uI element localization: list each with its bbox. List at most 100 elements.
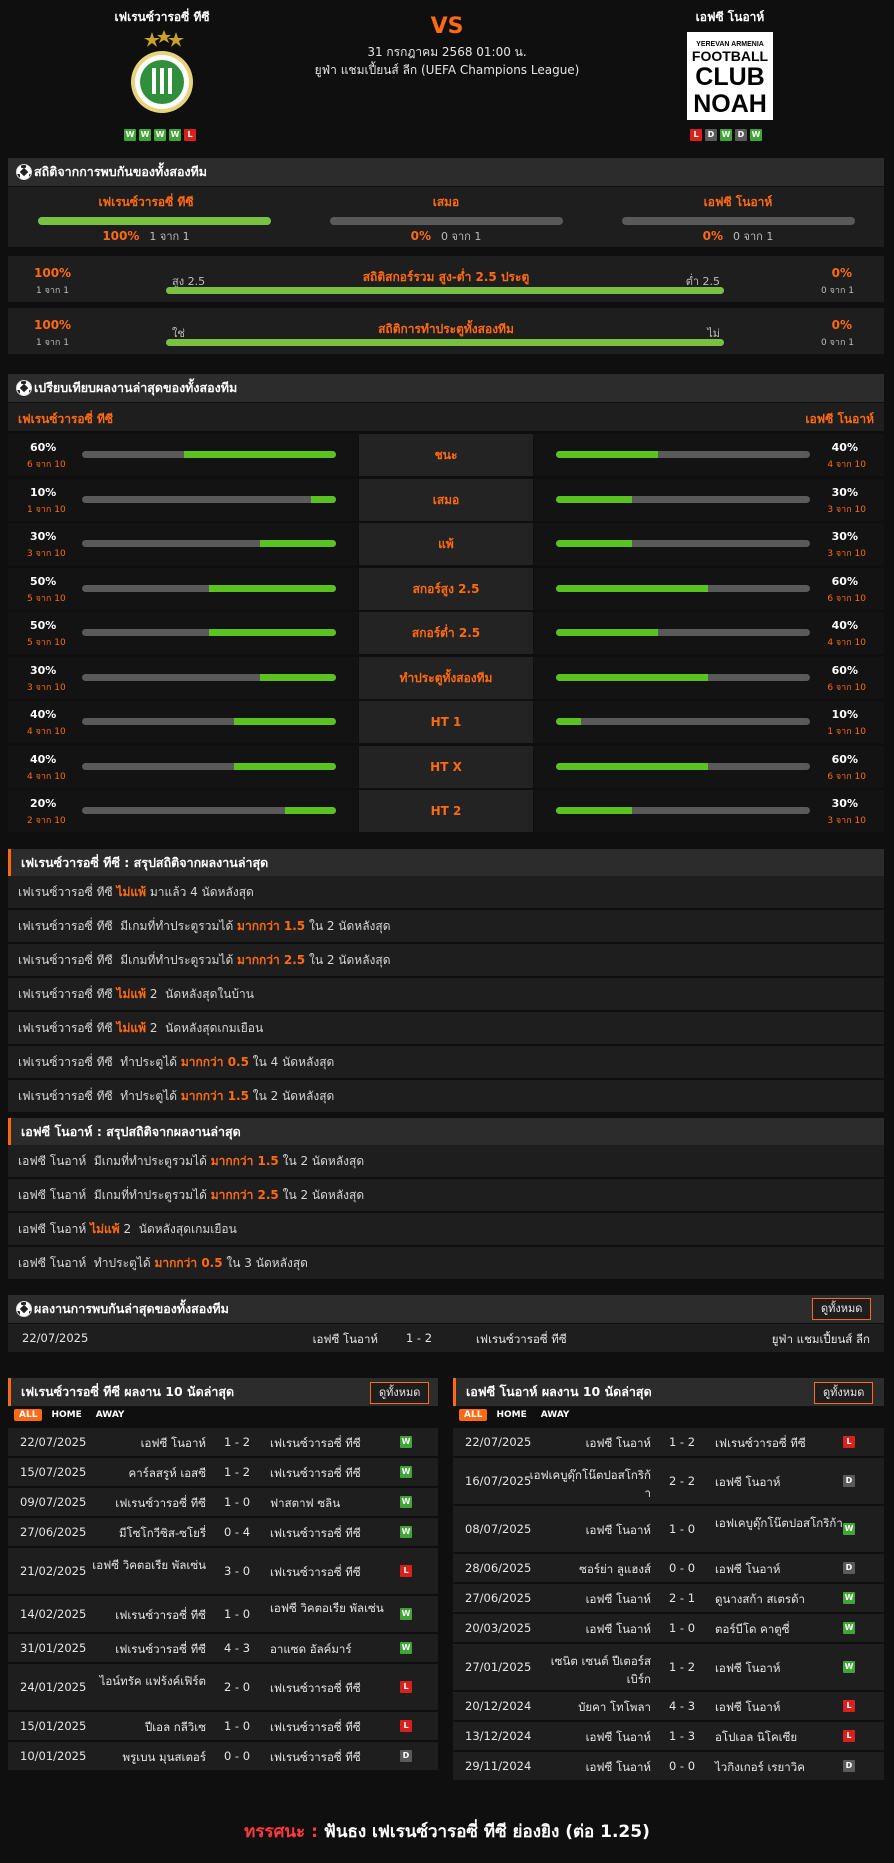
compare-label: สกอร์สูง 2.5 — [359, 567, 533, 610]
filter-all-tab[interactable]: ALL — [459, 1409, 488, 1421]
football-icon — [16, 1301, 32, 1317]
home-form-badges: WWWWL — [124, 129, 196, 141]
recent-match-row[interactable]: 20/12/2024 บัยคา โทโพลา 4 - 3 เอฟซี โนอาห์ L — [453, 1692, 884, 1720]
match-away-team: อโปเอล นิโคเซีย — [715, 1730, 798, 1744]
ou-title: สถิติสกอร์รวม สูง-ต่ำ 2.5 ประตู — [362, 270, 530, 284]
match-date: 14/02/2025 — [20, 1607, 87, 1621]
compare-away-cell: 40% 4 จาก 10 — [534, 434, 884, 476]
match-result-badge: L — [843, 1730, 855, 1742]
summary-text: 2 นัดหลังสุดเกมเยือน — [119, 1222, 237, 1236]
recent-match-row[interactable]: 10/01/2025 พรูเบน มุนสเตอร์ 0 - 0 เฟเรนซ์วา… — [8, 1742, 438, 1770]
match-date: 20/12/2024 — [465, 1699, 532, 1713]
match-date: 21/02/2025 — [20, 1564, 87, 1578]
h2h-result-row[interactable]: 22/07/2025 เอฟซี โนอาห์ 1 - 2 เฟเรนซ์วารอซี… — [8, 1324, 884, 1352]
match-date: 29/11/2024 — [465, 1759, 532, 1773]
btts-bar — [166, 339, 724, 346]
match-home-team: เอฟซี โนอาห์ — [585, 1523, 651, 1537]
summary-text: 2 นัดหลังสุดเกมเยือน — [146, 1021, 264, 1035]
summary-text: เฟเรนซ์วารอซี่ ทีซี ทำประตูได้ — [18, 1089, 181, 1103]
summary-highlight: มากกว่า 0.5 — [180, 1055, 249, 1069]
filter-away-tab[interactable]: AWAY — [536, 1409, 575, 1421]
summary-highlight: มากกว่า 2.5 — [210, 1188, 279, 1202]
compare-home-bar — [82, 495, 336, 503]
compare-row: 60% 6 จาก 10 ชนะ 40% 4 จาก 10 — [8, 434, 884, 477]
match-score: 2 - 1 — [668, 1591, 696, 1605]
recent-match-row[interactable]: 09/07/2025 เฟเรนซ์วารอซี่ ทีซี 1 - 0 ฟาสตาฟ… — [8, 1488, 438, 1516]
recent-match-row[interactable]: 27/06/2025 มีโซโกวีซิส-ซโยรี่ 0 - 4 เฟเรนซ์… — [8, 1518, 438, 1546]
match-result-badge: W — [400, 1608, 412, 1620]
match-date: 20/03/2025 — [465, 1621, 532, 1635]
recent-match-row[interactable]: 15/07/2025 คาร์ลสรูห์ เอสซี 1 - 2 เฟเรนซ์วา… — [8, 1458, 438, 1486]
compare-home-cell: 30% 3 จาก 10 — [8, 656, 358, 699]
match-date: 16/07/2025 — [465, 1474, 532, 1488]
compare-away-pct: 60% — [831, 752, 858, 766]
recent-match-row[interactable]: 08/07/2025 เอฟซี โนอาห์ 1 - 0 เอฟเคบูดุ๊กโน… — [453, 1506, 884, 1552]
match-date: 13/12/2024 — [465, 1729, 532, 1743]
match-home-team: คาร์ลสรูห์ เอสซี — [128, 1466, 206, 1480]
compare-home-cell: 50% 5 จาก 10 — [8, 612, 358, 654]
compare-away-sub: 6 จาก 10 — [827, 682, 866, 693]
compare-row: 50% 5 จาก 10 สกอร์สูง 2.5 60% 6 จาก 10 — [8, 567, 884, 611]
match-result-badge: L — [400, 1565, 412, 1577]
compare-row: 40% 4 จาก 10 HT X 60% 6 จาก 10 — [8, 745, 884, 789]
filter-home-tab[interactable]: HOME — [46, 1409, 86, 1421]
home-recent-filters: ALL HOME AWAY — [14, 1409, 129, 1421]
compare-home-pct: 60% — [30, 441, 57, 454]
recent-match-row[interactable]: 28/06/2025 ซอร์ย่า ลูแฮงส์ 0 - 0 เอฟซี โนอา… — [453, 1554, 884, 1582]
header.away_form-form-badge: D — [705, 129, 717, 141]
h2h-view-all-button[interactable]: ดูทั้งหมด — [812, 1298, 872, 1320]
summary-text: เฟเรนซ์วารอซี่ ทีซี — [18, 1021, 117, 1035]
compare-label: HT X — [359, 745, 533, 788]
recent-match-row[interactable]: 13/12/2024 เอฟซี โนอาห์ 1 - 3 อโปเอล นิโคเซ… — [453, 1722, 884, 1750]
recent-match-row[interactable]: 31/01/2025 เฟเรนซ์วารอซี่ ทีซี 4 - 3 อาแซด … — [8, 1634, 438, 1662]
match-result-badge: W — [843, 1592, 855, 1604]
filter-away-tab[interactable]: AWAY — [91, 1409, 130, 1421]
match-date: 27/01/2025 — [465, 1660, 532, 1674]
h2h-away-col: เอฟซี โนอาห์ — [622, 193, 854, 212]
recent-match-row[interactable]: 21/02/2025 เอฟซี วิคตอเรีย พัลเซ่น 3 - 0 เฟ… — [8, 1548, 438, 1594]
match-date: 09/07/2025 — [20, 1495, 87, 1509]
compare-away-sub: 1 จาก 10 — [827, 727, 866, 737]
summary-row: เฟเรนซ์วารอซี่ ทีซี มีเกมที่ทำประตูรวมได… — [8, 910, 884, 942]
match-date: 27/06/2025 — [465, 1591, 532, 1605]
recent-match-row[interactable]: 24/01/2025 ไอน์ทรัค แฟร้งค์เฟิร์ต 2 - 0 เฟเ… — [8, 1664, 438, 1710]
match-date: 28/06/2025 — [465, 1561, 532, 1575]
compare-label: สกอร์ต่ำ 2.5 — [359, 612, 533, 654]
recent-match-row[interactable]: 22/07/2025 เอฟซี โนอาห์ 1 - 2 เฟเรนซ์วารอซี… — [453, 1428, 884, 1456]
header.home_form-form-badge: W — [154, 129, 166, 141]
recent-match-row[interactable]: 22/07/2025 เอฟซี โนอาห์ 1 - 2 เฟเรนซ์วารอซี… — [8, 1428, 438, 1456]
away-recent-view-all-button[interactable]: ดูทั้งหมด — [814, 1382, 874, 1404]
recent-match-row[interactable]: 20/03/2025 เอฟซี โนอาห์ 1 - 0 ตอร์บีโด คาตู… — [453, 1614, 884, 1642]
compare-home-pct: 40% — [30, 708, 57, 721]
match-away-team: เฟเรนซ์วารอซี่ ทีซี — [270, 1681, 361, 1695]
recent-match-row[interactable]: 15/01/2025 ปีเอล กลีวิเซ 1 - 0 เฟเรนซ์วารอซ… — [8, 1712, 438, 1740]
compare-away-cell: 60% 6 จาก 10 — [534, 567, 884, 610]
summary-text: เอฟซี โนอาห์ — [18, 1222, 91, 1236]
recent-match-row[interactable]: 14/02/2025 เฟเรนซ์วารอซี่ ทีซี 1 - 0 เอฟซี … — [8, 1596, 438, 1632]
home-team-logo[interactable] — [122, 30, 202, 115]
compare-home-bar — [82, 762, 336, 770]
filter-all-tab[interactable]: ALL — [14, 1409, 43, 1421]
recent-match-row[interactable]: 27/06/2025 เอฟซี โนอาห์ 2 - 1 ดูนางสก้า สเต… — [453, 1584, 884, 1612]
compare-row: 10% 1 จาก 10 เสมอ 30% 3 จาก 10 — [8, 478, 884, 522]
match-score: 1 - 2 — [668, 1435, 696, 1449]
h2h-results-header: ผลงานการพบกันล่าสุดของทั้งสองทีม — [8, 1295, 884, 1323]
compare-away-bar — [556, 451, 810, 458]
ou-bar — [166, 287, 724, 294]
match-home-team: เอฟซี โนอาห์ — [585, 1622, 651, 1636]
compare-home-sub: 6 จาก 10 — [27, 460, 66, 470]
filter-home-tab[interactable]: HOME — [491, 1409, 531, 1421]
match-result-badge: L — [843, 1436, 855, 1448]
summary-text: เฟเรนซ์วารอซี่ ทีซี — [18, 885, 117, 899]
recent-match-row[interactable]: 29/11/2024 เอฟซี โนอาห์ 0 - 0 ไวกิงเกอร์ เร… — [453, 1752, 884, 1780]
compare-away-cell: 30% 3 จาก 10 — [534, 523, 884, 565]
match-result-badge: D — [400, 1750, 412, 1762]
home-recent-view-all-button[interactable]: ดูทั้งหมด — [370, 1382, 430, 1404]
compare-away-sub: 6 จาก 10 — [827, 771, 866, 782]
recent-match-row[interactable]: 16/07/2025 เอฟเคบูดุ๊กโน๊ตปอสโกริก้า 2 - 2… — [453, 1458, 884, 1504]
recent-match-row[interactable]: 27/01/2025 เซนิต เซนต์ ปีเตอร์สเบิร์ก 1 - … — [453, 1644, 884, 1690]
match-result-badge: L — [400, 1681, 412, 1693]
away-team-logo[interactable]: YEREVAN ARMENIA FOOTBALL CLUB NOAH — [687, 32, 773, 120]
match-home-team: เอฟซี โนอาห์ — [140, 1436, 206, 1450]
match-away-team: ตอร์บีโด คาตูซี่ — [715, 1622, 790, 1636]
